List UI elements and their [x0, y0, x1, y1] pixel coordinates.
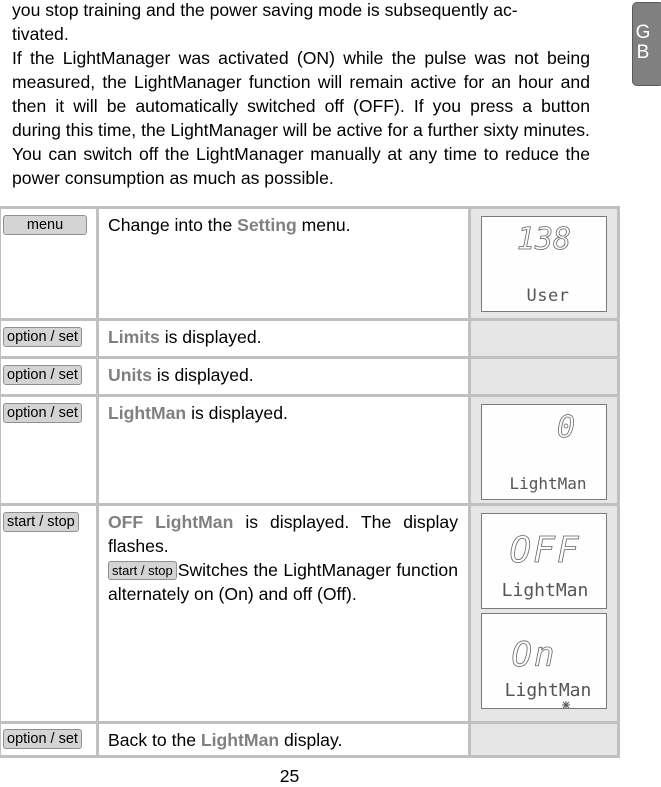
light-icon — [562, 701, 570, 709]
key-cell: option / set — [0, 318, 99, 359]
description-cell: Limits is displayed. — [96, 318, 471, 359]
lcd-display-off: OFF LightMan — [481, 513, 607, 609]
lcd-label: User — [527, 286, 570, 306]
display-cell — [468, 721, 620, 758]
lcd-label: LightMan — [505, 680, 592, 701]
highlight-term: Setting — [237, 215, 297, 235]
key-cell: start / stop — [0, 503, 99, 724]
option-set-button[interactable]: option / set — [3, 403, 82, 423]
key-cell: option / set — [0, 394, 99, 506]
table-row: option / set Back to the LightMan displa… — [0, 721, 620, 758]
lcd-label: LightMan — [509, 474, 586, 493]
description-cell: Back to the LightMan display. — [96, 721, 471, 758]
description-cell: LightMan is displayed. — [96, 394, 471, 506]
option-set-button[interactable]: option / set — [3, 327, 82, 347]
display-cell: OFF LightMan On LightMan — [468, 503, 620, 724]
highlight-term: Units — [108, 365, 152, 385]
inline-start-stop-button[interactable]: start / stop — [108, 561, 177, 580]
intro-paragraph-1: you stop training and the power saving m… — [12, 0, 518, 44]
option-set-button[interactable]: option / set — [3, 729, 82, 749]
description-cell: Change into the Setting menu. — [96, 206, 471, 321]
lcd-digits: 138 — [517, 222, 571, 257]
description-cell: Units is displayed. — [96, 356, 471, 397]
lcd-graphic: 0 LightMan — [509, 410, 586, 493]
key-cell: option / set — [0, 721, 99, 758]
display-cell — [468, 318, 620, 359]
highlight-term: LightMan — [200, 730, 280, 750]
table-row: option / set LightMan is displayed. 0 Li… — [0, 394, 620, 506]
intro-text: you stop training and the power saving m… — [12, 0, 590, 190]
start-stop-button[interactable]: start / stop — [3, 512, 79, 532]
lcd-display-user: 138 User — [481, 216, 607, 312]
lcd-graphic: OFF LightMan — [502, 530, 589, 601]
lcd-display-on: On LightMan — [481, 613, 607, 709]
intro-paragraph-3: You can switch off the LightManager manu… — [12, 144, 590, 188]
display-cell: 0 LightMan — [468, 394, 620, 506]
intro-paragraph-2: If the LightManager was activated (ON) w… — [12, 48, 590, 140]
lcd-digits: On — [512, 635, 557, 675]
lcd-graphic: On LightMan — [505, 635, 592, 709]
option-set-button[interactable]: option / set — [3, 365, 82, 385]
lcd-display-lightman: 0 LightMan — [481, 404, 607, 500]
table-row: option / set Limits is displayed. — [0, 318, 620, 359]
menu-button[interactable]: menu — [3, 215, 87, 235]
lcd-digits: OFF — [509, 530, 580, 571]
lcd-digits: 0 — [557, 410, 575, 445]
key-cell: option / set — [0, 356, 99, 397]
lcd-graphic: 138 User — [517, 222, 572, 306]
description-cell: OFF LightMan is displayed. The display f… — [96, 503, 471, 724]
steps-table: menu Change into the Setting menu. 138 U… — [0, 206, 620, 758]
language-tab[interactable]: G B — [632, 2, 661, 86]
key-cell: menu — [0, 206, 99, 321]
table-row: menu Change into the Setting menu. 138 U… — [0, 206, 620, 321]
lcd-label: LightMan — [502, 580, 589, 601]
highlight-term: LightMan — [108, 403, 187, 423]
highlight-term: Limits — [108, 327, 160, 347]
display-cell: 138 User — [468, 206, 620, 321]
display-cell — [468, 356, 620, 397]
highlight-term: OFF LightMan — [108, 512, 234, 532]
page-number: 25 — [279, 766, 300, 786]
table-row: start / stop OFF LightMan is displayed. … — [0, 503, 620, 724]
table-row: option / set Units is displayed. — [0, 356, 620, 397]
